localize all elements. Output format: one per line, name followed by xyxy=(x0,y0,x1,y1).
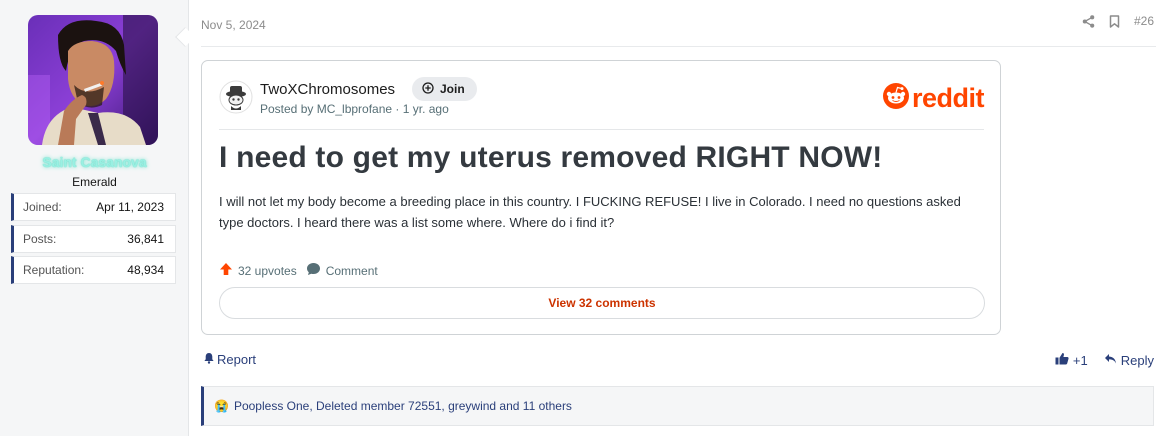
thumbs-up-icon xyxy=(1055,352,1069,368)
view-comments-button[interactable]: View 32 comments xyxy=(219,287,985,319)
user-title: Emerald xyxy=(72,175,117,189)
upvote-arrow-icon xyxy=(219,262,233,279)
reply-label: Reply xyxy=(1120,352,1154,368)
reddit-embed-card: TwoXChromosomes Join Posted by MC_lbprof… xyxy=(201,60,1001,335)
reddit-post-title[interactable]: I need to get my uterus removed RIGHT NO… xyxy=(219,141,882,175)
reddit-post-meta: 32 upvotes Comment xyxy=(219,262,387,279)
like-button[interactable]: +1 xyxy=(1055,352,1088,368)
reddit-wordmark: reddit xyxy=(911,83,985,113)
bookmark-icon[interactable] xyxy=(1109,14,1120,28)
join-button[interactable]: Join xyxy=(412,77,477,101)
username[interactable]: Saint Casanova xyxy=(0,154,189,170)
report-label: Report xyxy=(217,352,257,367)
report-link[interactable]: Report xyxy=(203,352,256,367)
join-label: Join xyxy=(440,82,465,96)
stat-value: 36,841 xyxy=(127,232,164,246)
reddit-alien-icon xyxy=(882,83,909,114)
stat-value: Apr 11, 2023 xyxy=(96,200,164,214)
header-divider xyxy=(201,46,1156,47)
upvotes-label: 32 upvotes xyxy=(238,263,297,278)
post-number[interactable]: #26 xyxy=(1134,14,1154,28)
stat-label: Posts: xyxy=(23,232,57,246)
reddit-logo[interactable]: reddit xyxy=(882,83,985,114)
upvotes[interactable]: 32 upvotes xyxy=(219,262,297,279)
stat-posts: Posts: 36,841 xyxy=(11,225,176,253)
like-count: +1 xyxy=(1072,352,1088,368)
comment-label: Comment xyxy=(325,263,378,278)
crying-emoji-icon: 😭 xyxy=(214,399,229,413)
posted-by: Posted by MC_lbprofane · 1 yr. ago xyxy=(260,102,449,116)
share-icon[interactable] xyxy=(1082,14,1095,28)
subreddit-icon xyxy=(219,80,253,114)
user-column: Saint Casanova Emerald Joined: Apr 11, 2… xyxy=(0,0,189,436)
stat-value: 48,934 xyxy=(127,263,164,277)
post-footer-actions: +1 Reply xyxy=(1055,352,1154,368)
reactions-list[interactable]: Poopless One, Deleted member 72551, grey… xyxy=(234,399,572,413)
reddit-post-body: I will not let my body become a breeding… xyxy=(219,194,961,230)
subreddit-name[interactable]: TwoXChromosomes xyxy=(260,81,395,98)
reactions-bar[interactable]: 😭 Poopless One, Deleted member 72551, gr… xyxy=(201,386,1154,426)
card-divider xyxy=(219,129,984,130)
reply-button[interactable]: Reply xyxy=(1104,353,1154,368)
plus-circle-icon xyxy=(422,81,434,97)
avatar[interactable] xyxy=(28,15,158,145)
stat-label: Reputation: xyxy=(23,263,85,277)
post-date[interactable]: Nov 5, 2024 xyxy=(201,18,266,32)
bell-icon xyxy=(203,352,215,367)
stat-joined: Joined: Apr 11, 2023 xyxy=(11,193,176,221)
stat-reputation: Reputation: 48,934 xyxy=(11,256,176,284)
post-header-actions: #26 xyxy=(1082,14,1154,28)
stat-label: Joined: xyxy=(23,200,62,214)
forum-post: Saint Casanova Emerald Joined: Apr 11, 2… xyxy=(0,0,1162,436)
comment-link[interactable]: Comment xyxy=(306,262,378,279)
reply-arrow-icon xyxy=(1104,353,1117,368)
comment-bubble-icon xyxy=(306,262,321,279)
